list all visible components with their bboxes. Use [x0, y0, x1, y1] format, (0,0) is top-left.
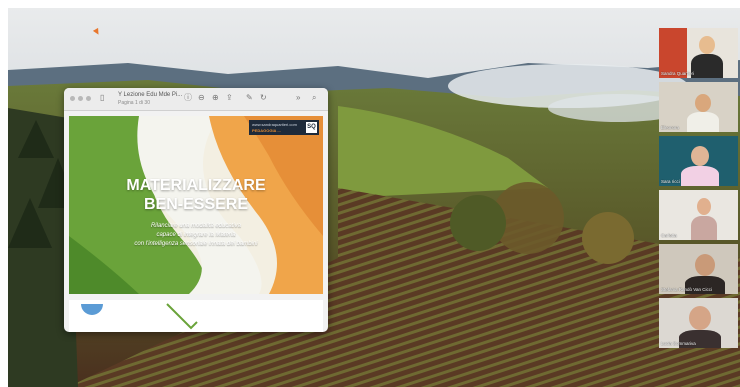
slide-subtitle-line-1: Rilanciare una modalità educativa — [150, 223, 242, 229]
document-title: Y Lezione Edu Mde Pi... — [118, 92, 183, 98]
search-icon[interactable]: ⌕ — [312, 93, 316, 103]
window-controls[interactable] — [70, 96, 91, 101]
participant-face — [697, 198, 711, 215]
info-icon[interactable]: ⓘ — [184, 93, 192, 103]
markup-icon[interactable]: ✎ — [246, 93, 253, 103]
zoom-out-icon[interactable]: ⊖ — [198, 93, 205, 103]
participant-tile[interactable]: Lucia Sommariva — [659, 298, 738, 348]
pdf-viewer-window[interactable]: ▯ Y Lezione Edu Mde Pi... Pagina 1 di 30… — [64, 88, 328, 332]
sidebar-icon[interactable]: ▯ — [100, 93, 104, 103]
participant-name: Carlotta — [661, 233, 677, 238]
zoom-in-icon[interactable]: ⊕ — [212, 93, 219, 103]
slide-title-line-1: MATERIALIZZARE — [126, 177, 266, 194]
slide-subtitle: Rilanciare una modalità educativa capace… — [69, 222, 323, 249]
brand-url: www.sandraquartieri.com — [252, 122, 297, 127]
participant-tile[interactable]: Eleonora — [659, 82, 738, 132]
participant-face — [689, 306, 711, 330]
participant-name: Sandra Quartieri — [661, 71, 695, 76]
rotate-icon[interactable]: ↻ — [260, 93, 267, 103]
share-icon[interactable]: ⇪ — [226, 93, 233, 103]
slide-page-1: www.sandraquartieri.com PEDAGOGIA ... SQ… — [69, 116, 323, 294]
participant-tile[interactable]: Sandra Quartieri — [659, 28, 738, 78]
participant-face — [691, 146, 709, 166]
participant-name: Stefania Randò Van Cicci — [661, 287, 712, 292]
participant-face — [695, 94, 711, 112]
participant-tile[interactable]: Sara ricci — [659, 136, 738, 186]
window-titlebar[interactable]: ▯ Y Lezione Edu Mde Pi... Pagina 1 di 30… — [64, 88, 328, 111]
slide-title: MATERIALIZZARE BEN-ESSERE — [69, 176, 323, 214]
blue-semicircle-shape — [81, 304, 103, 315]
brand-banner: www.sandraquartieri.com PEDAGOGIA ... SQ — [249, 120, 319, 135]
brand-name: PEDAGOGIA ... — [252, 128, 281, 133]
brand-logo: SQ — [306, 122, 317, 133]
participant-tile[interactable]: Carlotta — [659, 190, 738, 240]
participant-face — [695, 254, 715, 276]
participant-name: Lucia Sommariva — [661, 341, 696, 346]
participant-name: Sara ricci — [661, 179, 680, 184]
slide-subtitle-line-3: con l'intelligenza sensoriale innata dei… — [134, 241, 258, 247]
participant-face — [699, 36, 715, 54]
participant-name: Eleonora — [661, 125, 680, 130]
minimize-button[interactable] — [78, 96, 83, 101]
slide-page-2 — [69, 300, 323, 332]
slide-title-line-2: BEN-ESSERE — [143, 196, 249, 213]
participant-tile[interactable]: Stefania Randò Van Cicci — [659, 244, 738, 294]
green-check-shape — [166, 303, 198, 330]
zoom-button[interactable] — [86, 96, 91, 101]
close-button[interactable] — [70, 96, 75, 101]
more-icon[interactable]: » — [296, 93, 300, 103]
desktop-screen: ▯ Y Lezione Edu Mde Pi... Pagina 1 di 30… — [8, 8, 740, 387]
page-indicator: Pagina 1 di 30 — [118, 100, 150, 106]
slide-subtitle-line-2: capace di integrare la Materia — [156, 232, 236, 238]
